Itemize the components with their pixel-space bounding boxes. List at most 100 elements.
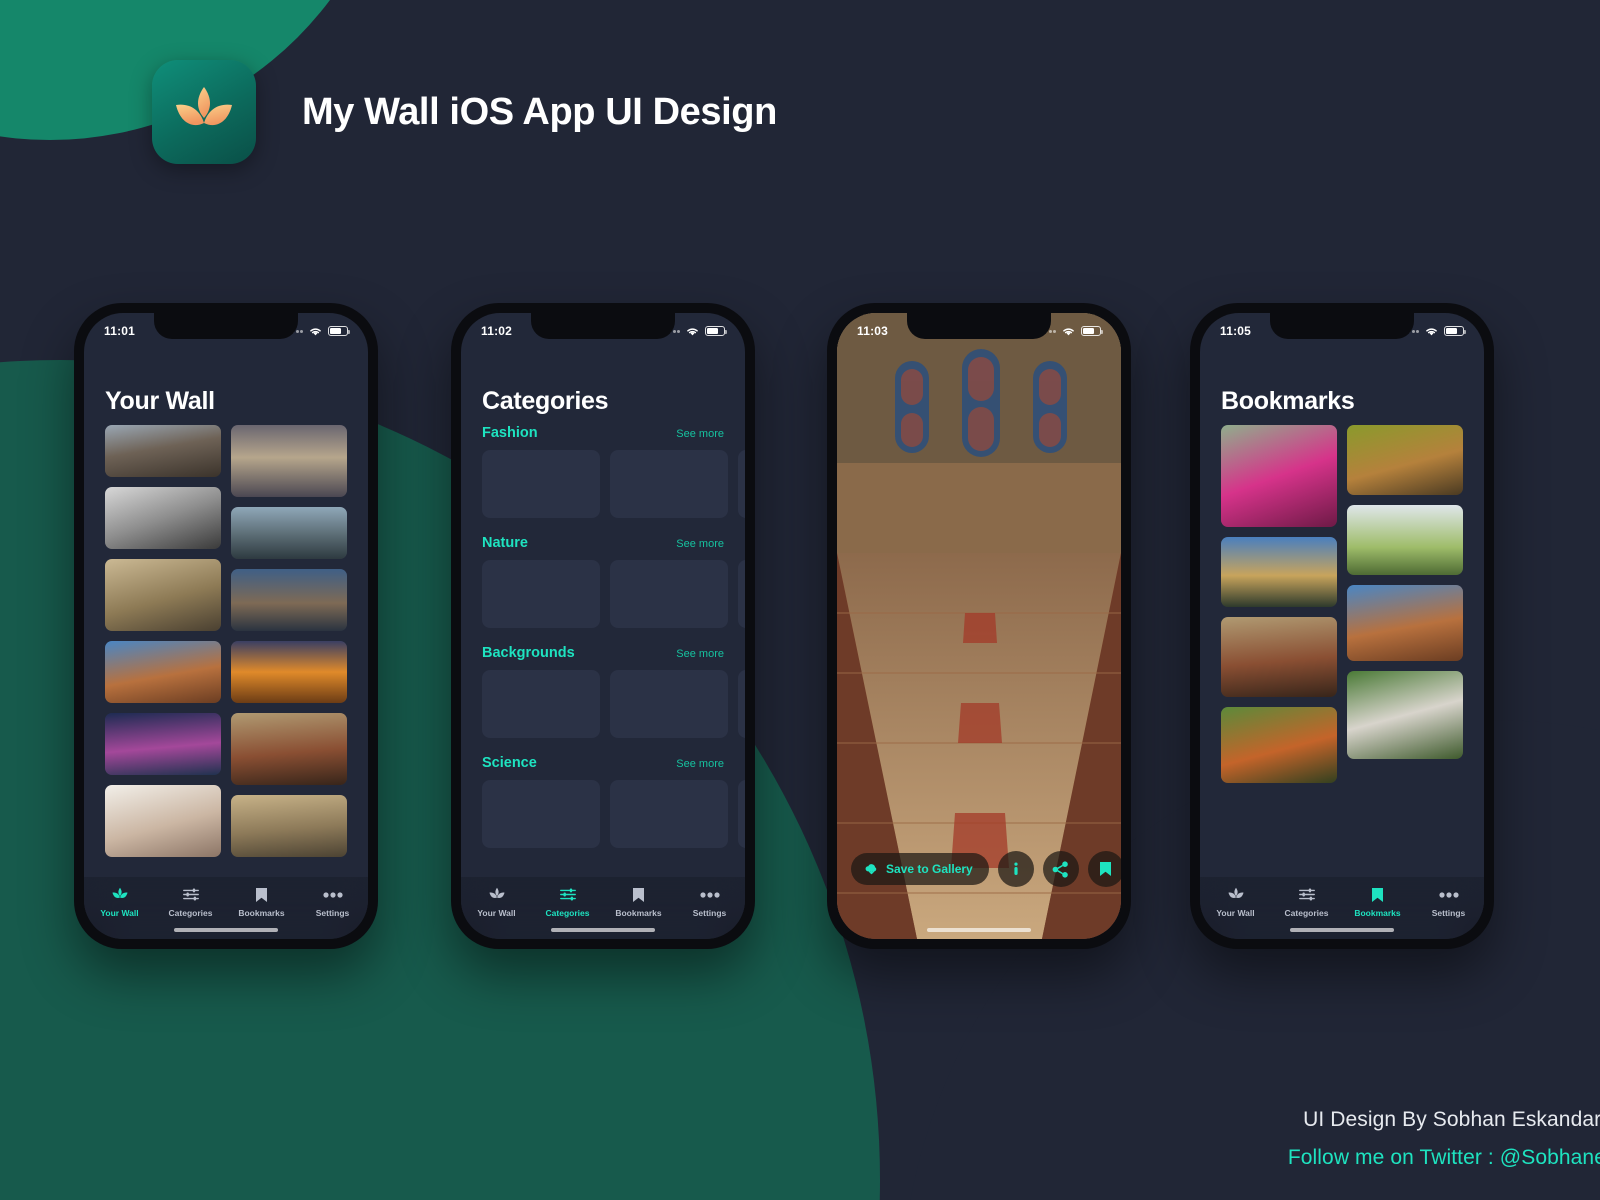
credit-twitter[interactable]: Follow me on Twitter : @Sobhane	[1288, 1146, 1600, 1170]
grid-column-left	[1221, 425, 1337, 939]
bookmark-tile-mountain-sunrise[interactable]	[1221, 537, 1337, 607]
status-clock: 11:02	[481, 324, 513, 338]
wallpaper-tile-woman-mural-bw[interactable]	[105, 487, 221, 549]
bookmark-tile-mount-rushmore[interactable]	[1347, 585, 1463, 661]
category-card-couple-in-field[interactable]	[610, 450, 728, 518]
tab-label: Categories	[545, 908, 590, 918]
wallpaper-preview-cathedral-nave-stained-glass[interactable]	[837, 313, 1121, 939]
battery-icon	[1444, 326, 1466, 336]
save-to-gallery-button[interactable]: Save to Gallery	[851, 853, 989, 885]
bookmark-icon	[255, 886, 268, 903]
grid-column-right	[1347, 425, 1463, 939]
category-name: Nature	[482, 535, 528, 551]
category-card-praying-cherub[interactable]	[610, 670, 728, 738]
tab-label: Categories	[168, 908, 213, 918]
wallpaper-tile-hands-together[interactable]	[105, 785, 221, 857]
category-list[interactable]: Fashion See more Nature See more Backgro…	[461, 425, 745, 939]
credits: UI Design By Sobhan Eskandari Follow me …	[1288, 1108, 1600, 1170]
home-indicator	[1290, 928, 1394, 932]
credit-designer: UI Design By Sobhan Eskandari	[1303, 1108, 1600, 1131]
bookmark-icon	[632, 886, 645, 903]
category-card-autumn-forest-path[interactable]	[482, 560, 600, 628]
share-icon	[1052, 860, 1069, 878]
wallpaper-grid[interactable]	[105, 425, 347, 939]
category-card-fashion-extra[interactable]	[738, 450, 745, 518]
bookmark-icon	[1100, 862, 1112, 876]
category-card-lab-dish-plant[interactable]	[610, 780, 728, 848]
category-card-painted-figures[interactable]	[482, 450, 600, 518]
battery-icon	[705, 326, 727, 336]
bookmark-tile-railway-field[interactable]	[1347, 505, 1463, 575]
category-name: Backgrounds	[482, 645, 575, 661]
home-indicator	[927, 928, 1031, 932]
status-clock: 11:03	[857, 324, 889, 338]
tab-bookmarks[interactable]: Bookmarks	[603, 886, 674, 918]
download-cloud-icon	[865, 863, 877, 874]
wallpaper-tile-paris-sunset[interactable]	[231, 641, 347, 703]
more-dots-icon	[322, 886, 343, 903]
category-card-golden-berries[interactable]	[482, 670, 600, 738]
see-more-link[interactable]: See more	[676, 758, 724, 770]
home-indicator	[174, 928, 278, 932]
category-card-stained-glass[interactable]	[738, 670, 745, 738]
tab-categories[interactable]: Categories	[532, 886, 603, 918]
bookmark-tile-church-nave[interactable]	[1221, 617, 1337, 697]
category-card-science-extra[interactable]	[738, 780, 745, 848]
wallpaper-tile-steel-bridge[interactable]	[231, 569, 347, 631]
notch	[1270, 313, 1414, 339]
tab-label: Bookmarks	[615, 908, 662, 918]
screen-title: Categories	[482, 387, 609, 415]
category-row-science[interactable]	[461, 780, 745, 848]
phone-bookmarks: 11:05 Bookmarks Your Wall Categories Boo…	[1190, 303, 1494, 949]
tab-settings[interactable]: Settings	[674, 886, 745, 918]
header: My Wall iOS App UI Design	[152, 60, 777, 164]
bookmark-tile-sleeping-fox[interactable]	[1347, 425, 1463, 495]
tab-bookmarks[interactable]: Bookmarks	[226, 886, 297, 918]
phone-preview: 11:03 Save to Gallery	[827, 303, 1131, 949]
see-more-link[interactable]: See more	[676, 648, 724, 660]
bookmark-tile-panda-in-tree[interactable]	[1347, 671, 1463, 759]
wallpaper-tile-mount-rushmore[interactable]	[105, 641, 221, 703]
grid-column-left	[105, 425, 221, 939]
tab-label: Your Wall	[100, 908, 139, 918]
tab-your-wall[interactable]: Your Wall	[1200, 886, 1271, 918]
sliders-icon	[182, 886, 200, 903]
notch	[154, 313, 298, 339]
category-row-fashion[interactable]	[461, 450, 745, 518]
tab-settings[interactable]: Settings	[297, 886, 368, 918]
tab-label: Categories	[1284, 908, 1329, 918]
preview-action-bar: Save to Gallery	[851, 851, 1121, 887]
wallpaper-tile-baroque-facade[interactable]	[105, 559, 221, 631]
tab-your-wall[interactable]: Your Wall	[461, 886, 532, 918]
wifi-icon	[1063, 327, 1074, 335]
category-row-backgrounds[interactable]	[461, 670, 745, 738]
wallpaper-tile-city-boulevard[interactable]	[105, 425, 221, 477]
bookmark-tile-red-panda[interactable]	[1221, 707, 1337, 783]
see-more-link[interactable]: See more	[676, 538, 724, 550]
tab-categories[interactable]: Categories	[1271, 886, 1342, 918]
tab-your-wall[interactable]: Your Wall	[84, 886, 155, 918]
bookmark-grid[interactable]	[1221, 425, 1463, 939]
wallpaper-tile-old-town-alley[interactable]	[231, 795, 347, 857]
tab-label: Settings	[1431, 908, 1466, 918]
share-button[interactable]	[1042, 851, 1079, 887]
wallpaper-tile-church-interior[interactable]	[231, 713, 347, 785]
tab-settings[interactable]: Settings	[1413, 886, 1484, 918]
category-card-nature-extra[interactable]	[738, 560, 745, 628]
status-clock: 11:01	[104, 324, 136, 338]
more-dots-icon	[1438, 886, 1459, 903]
bookmark-tile-pink-rose[interactable]	[1221, 425, 1337, 527]
wifi-icon	[310, 327, 321, 335]
info-button[interactable]	[997, 851, 1034, 887]
tab-categories[interactable]: Categories	[155, 886, 226, 918]
see-more-link[interactable]: See more	[676, 428, 724, 440]
wallpaper-tile-night-city-lake[interactable]	[105, 713, 221, 775]
category-card-blue-misty-woods[interactable]	[610, 560, 728, 628]
bookmark-button[interactable]	[1087, 851, 1121, 887]
category-row-nature[interactable]	[461, 560, 745, 628]
category-card-blue-sky-wires[interactable]	[482, 780, 600, 848]
wallpaper-tile-cliff-overlook[interactable]	[231, 507, 347, 559]
tab-bookmarks[interactable]: Bookmarks	[1342, 886, 1413, 918]
wallpaper-tile-stone-corridor[interactable]	[231, 425, 347, 497]
sliders-icon	[559, 886, 577, 903]
